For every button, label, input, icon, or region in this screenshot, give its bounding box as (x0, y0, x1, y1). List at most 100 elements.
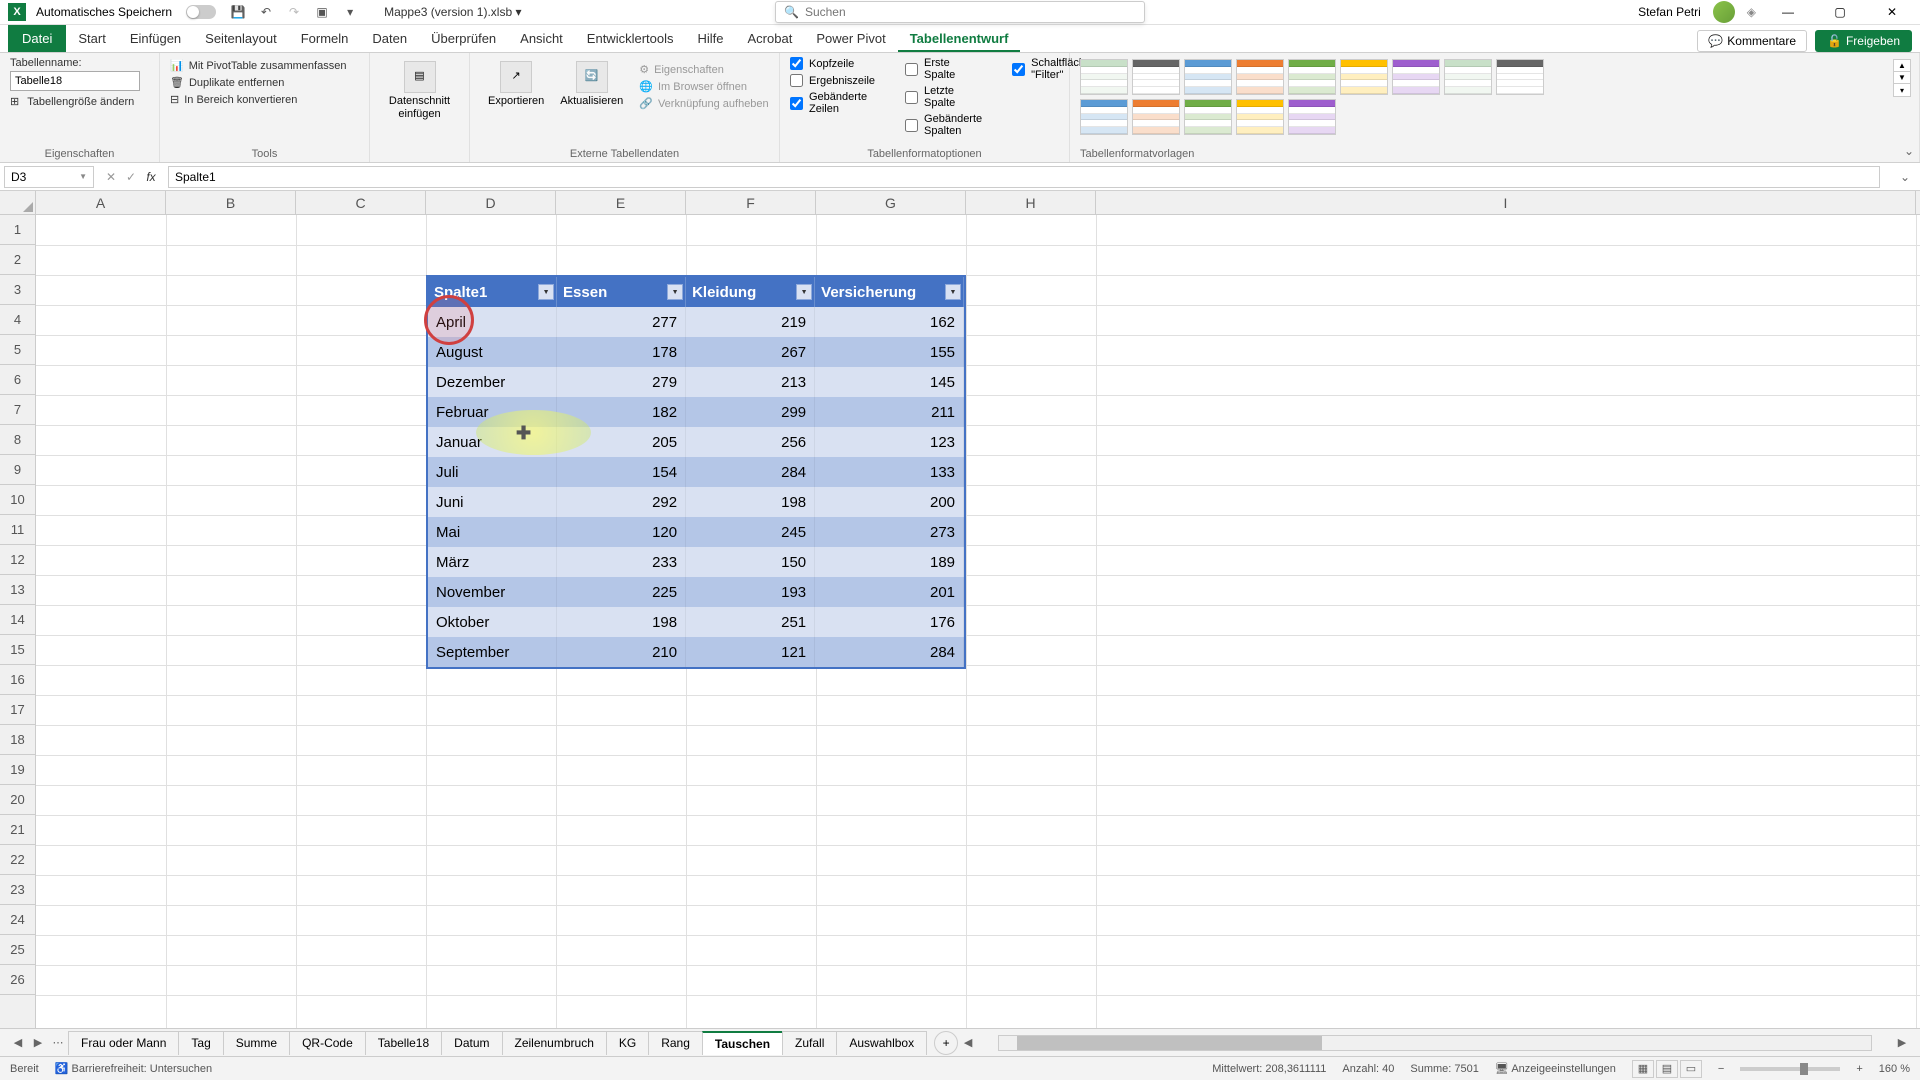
autosave-toggle[interactable]: Automatisches Speichern (36, 5, 224, 19)
pivot-button[interactable]: 📊 Mit PivotTable zusammenfassen (170, 57, 359, 74)
row-header[interactable]: 23 (0, 875, 35, 905)
sheet-tab[interactable]: Tabelle18 (365, 1031, 442, 1055)
tab-hilfe[interactable]: Hilfe (686, 27, 736, 52)
table-cell[interactable]: 292 (557, 487, 686, 517)
table-row[interactable]: August178267155 (428, 337, 964, 367)
row-header[interactable]: 7 (0, 395, 35, 425)
table-style-thumb[interactable] (1184, 59, 1232, 95)
gallery-more-icon[interactable]: ▾ (1894, 84, 1910, 96)
column-header[interactable]: E (556, 191, 686, 214)
table-style-thumb[interactable] (1080, 99, 1128, 135)
display-settings[interactable]: 🖥 Anzeigeeinstellungen (1495, 1062, 1616, 1075)
filename[interactable]: Mappe3 (version 1).xlsb ▾ (384, 5, 521, 19)
table-cell[interactable]: 211 (815, 397, 964, 427)
refresh-button[interactable]: 🔄 Aktualisieren (552, 57, 631, 146)
ribbon-collapse-icon[interactable]: ⌄ (1904, 144, 1914, 158)
table-style-thumb[interactable] (1496, 59, 1544, 95)
table-cell[interactable]: Juni (428, 487, 557, 517)
share-button[interactable]: 🔓 Freigeben (1815, 30, 1912, 52)
select-all-corner[interactable] (0, 191, 36, 214)
table-cell[interactable]: 189 (815, 547, 964, 577)
excel-table[interactable]: Spalte1▼Essen▼Kleidung▼Versicherung▼Apri… (426, 275, 966, 669)
row-header[interactable]: 15 (0, 635, 35, 665)
table-style-thumb[interactable] (1236, 99, 1284, 135)
table-cell[interactable]: 267 (686, 337, 815, 367)
column-header[interactable]: A (36, 191, 166, 214)
table-cell[interactable]: November (428, 577, 557, 607)
table-cell[interactable]: 121 (686, 637, 815, 667)
tab-überprüfen[interactable]: Überprüfen (419, 27, 508, 52)
filter-button[interactable]: ▼ (538, 284, 554, 300)
tab-ansicht[interactable]: Ansicht (508, 27, 575, 52)
tab-start[interactable]: Start (66, 27, 117, 52)
sheet-tab[interactable]: KG (606, 1031, 649, 1055)
table-cell[interactable]: 277 (557, 307, 686, 337)
row-header[interactable]: 12 (0, 545, 35, 575)
table-cell[interactable]: 145 (815, 367, 964, 397)
table-cell[interactable]: 176 (815, 607, 964, 637)
convert-range-button[interactable]: ⊟ In Bereich konvertieren (170, 91, 359, 108)
table-cell[interactable]: 198 (557, 607, 686, 637)
table-cell[interactable]: 233 (557, 547, 686, 577)
redo-icon[interactable]: ↷ (285, 3, 303, 21)
table-style-thumb[interactable] (1288, 59, 1336, 95)
chk-first-col[interactable]: Erste Spalte (905, 57, 982, 81)
table-style-thumb[interactable] (1132, 59, 1180, 95)
table-header-cell[interactable]: Spalte1▼ (428, 277, 557, 307)
row-header[interactable]: 22 (0, 845, 35, 875)
table-row[interactable]: Juli154284133 (428, 457, 964, 487)
formula-expand-icon[interactable]: ⌄ (1900, 170, 1916, 184)
formula-bar[interactable]: Spalte1 (168, 166, 1880, 188)
diamond-icon[interactable]: ◈ (1747, 5, 1756, 19)
table-row[interactable]: September210121284 (428, 637, 964, 667)
sheet-scroll-left[interactable]: ◀ (958, 1033, 978, 1053)
row-header[interactable]: 1 (0, 215, 35, 245)
table-cell[interactable]: 299 (686, 397, 815, 427)
zoom-in-icon[interactable]: + (1856, 1063, 1862, 1075)
view-pagebreak-icon[interactable]: ▭ (1680, 1060, 1702, 1078)
table-style-thumb[interactable] (1340, 59, 1388, 95)
sheet-nav-next[interactable]: ▶ (28, 1033, 48, 1053)
chk-banded-rows[interactable]: Gebänderte Zeilen (790, 91, 875, 115)
tab-file[interactable]: Datei (8, 25, 66, 52)
fx-icon[interactable]: fx (142, 168, 160, 186)
resize-table-button[interactable]: ⊞ Tabellengröße ändern (10, 95, 149, 108)
camera-icon[interactable]: ▣ (313, 3, 331, 21)
table-cell[interactable]: 123 (815, 427, 964, 457)
sheet-tab[interactable]: Frau oder Mann (68, 1031, 179, 1055)
column-header[interactable]: I (1096, 191, 1916, 214)
table-cell[interactable]: 251 (686, 607, 815, 637)
table-cell[interactable]: Mai (428, 517, 557, 547)
table-cell[interactable]: Juli (428, 457, 557, 487)
row-header[interactable]: 9 (0, 455, 35, 485)
tablename-input[interactable] (10, 71, 140, 91)
table-row[interactable]: Februar182299211 (428, 397, 964, 427)
row-header[interactable]: 2 (0, 245, 35, 275)
cells[interactable]: Spalte1▼Essen▼Kleidung▼Versicherung▼Apri… (36, 215, 1920, 1028)
table-style-thumb[interactable] (1392, 59, 1440, 95)
chk-last-col[interactable]: Letzte Spalte (905, 85, 982, 109)
table-cell[interactable]: 284 (815, 637, 964, 667)
qat-dropdown-icon[interactable]: ▾ (341, 3, 359, 21)
row-header[interactable]: 20 (0, 785, 35, 815)
sheet-tab[interactable]: Rang (648, 1031, 703, 1055)
table-style-thumb[interactable] (1080, 59, 1128, 95)
export-button[interactable]: ↗ Exportieren (480, 57, 552, 146)
chk-total[interactable]: Ergebniszeile (790, 74, 875, 87)
sheet-scroll-right[interactable]: ▶ (1892, 1033, 1912, 1053)
status-accessibility[interactable]: ♿ Barrierefreiheit: Untersuchen (55, 1062, 212, 1075)
table-style-thumb[interactable] (1132, 99, 1180, 135)
table-style-thumb[interactable] (1444, 59, 1492, 95)
gallery-up-icon[interactable]: ▲ (1894, 60, 1910, 72)
tab-seitenlayout[interactable]: Seitenlayout (193, 27, 289, 52)
table-cell[interactable]: 178 (557, 337, 686, 367)
row-header[interactable]: 24 (0, 905, 35, 935)
table-cell[interactable]: 193 (686, 577, 815, 607)
toggle-switch[interactable] (186, 5, 216, 19)
row-header[interactable]: 10 (0, 485, 35, 515)
table-cell[interactable]: April (428, 307, 557, 337)
close-button[interactable]: ✕ (1872, 0, 1912, 25)
table-cell[interactable]: 198 (686, 487, 815, 517)
table-row[interactable]: Dezember279213145 (428, 367, 964, 397)
column-header[interactable]: B (166, 191, 296, 214)
